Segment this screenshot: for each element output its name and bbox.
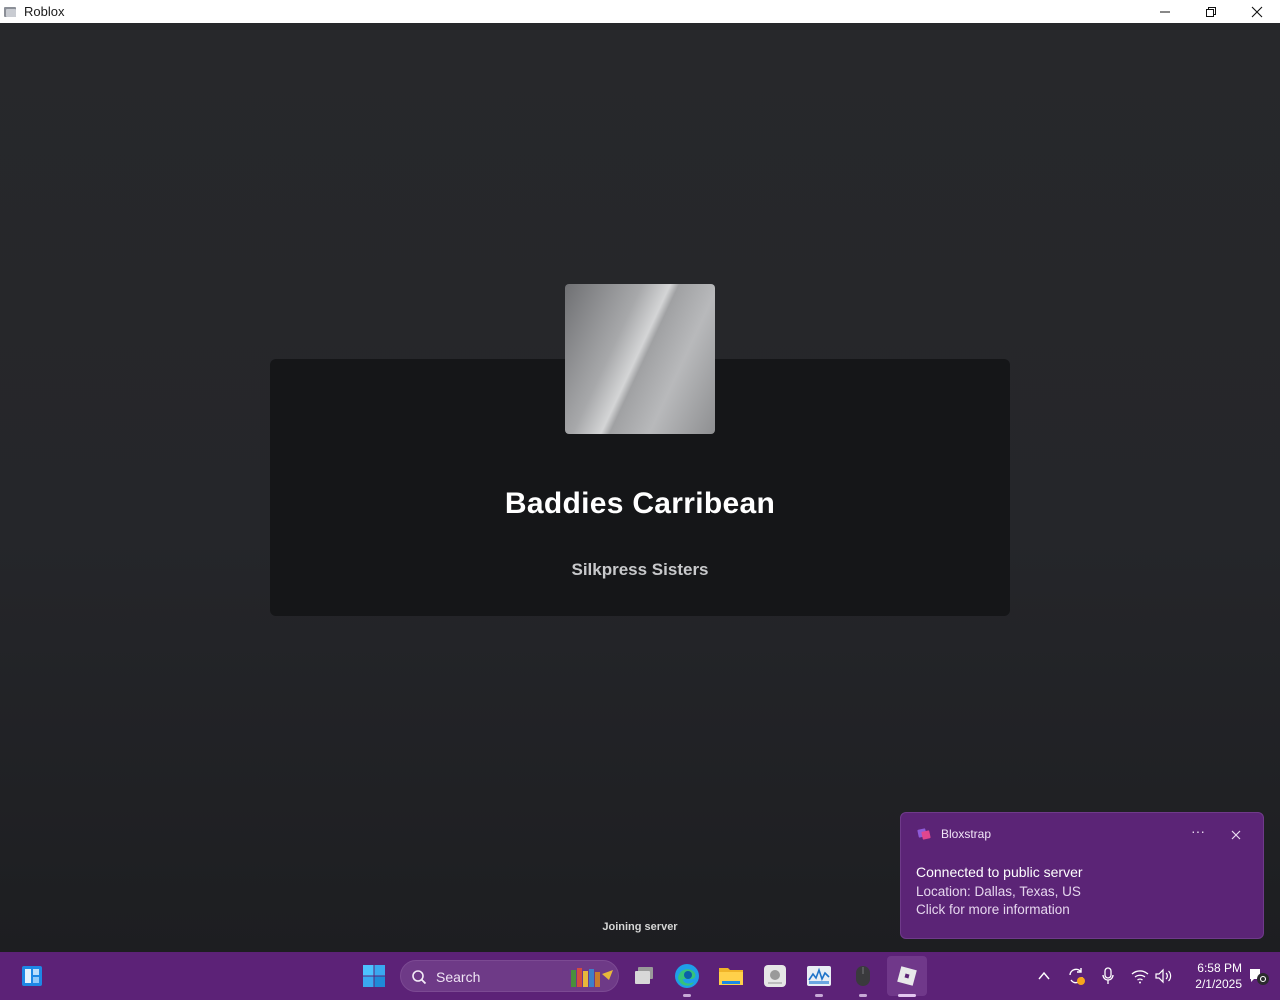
minimize-icon (1160, 11, 1170, 12)
clock-time: 6:58 PM (1197, 961, 1242, 975)
game-launcher-icon (764, 965, 786, 987)
close-icon (1251, 6, 1263, 17)
edge-button[interactable] (667, 956, 707, 996)
edge-running-indicator (683, 994, 691, 997)
task-manager-icon (807, 966, 831, 986)
file-explorer-button[interactable] (711, 956, 751, 996)
widgets-button[interactable] (12, 956, 52, 996)
joining-status: Joining server (602, 921, 678, 933)
search-highlight-books-icon (571, 968, 613, 987)
volume-icon (1155, 968, 1172, 984)
widgets-icon (22, 966, 42, 986)
microphone-button[interactable] (1097, 956, 1119, 996)
sync-icon (1069, 968, 1085, 985)
toast-title: Connected to public server (916, 864, 1083, 880)
window-title: Roblox (24, 4, 65, 19)
edge-icon (675, 964, 699, 988)
task-manager-running-indicator (815, 994, 823, 997)
toast-location: Location: Dallas, Texas, US (916, 884, 1081, 899)
window-controls (1142, 0, 1280, 23)
bloxstrap-notification[interactable]: Bloxstrap ··· Connected to public server… (900, 812, 1264, 939)
toast-header: Bloxstrap (917, 827, 991, 841)
minimize-button[interactable] (1142, 0, 1188, 23)
mouse-app-button[interactable] (843, 956, 883, 996)
close-window-button[interactable] (1234, 0, 1280, 23)
window-titlebar: Roblox (0, 0, 1280, 23)
mouse-app-icon (856, 966, 870, 986)
task-view-icon (635, 967, 653, 984)
restore-button[interactable] (1188, 0, 1234, 23)
bloxstrap-logo-icon (917, 828, 931, 840)
restore-icon (1206, 6, 1216, 17)
wifi-icon (1131, 970, 1149, 984)
microphone-icon (1102, 967, 1114, 984)
wifi-button[interactable] (1128, 956, 1152, 996)
taskbar-clock[interactable]: 6:58 PM 2/1/2025 (1186, 960, 1242, 992)
game-thumbnail (565, 284, 715, 434)
toast-app-name: Bloxstrap (941, 827, 992, 841)
roblox-icon (897, 966, 917, 986)
roblox-taskbar-button[interactable] (887, 956, 927, 996)
search-label: Search (436, 969, 481, 985)
show-hidden-icons-button[interactable] (1032, 956, 1056, 996)
taskbar: Search 6:58 PM 2/1/2025 (0, 952, 1280, 1000)
game-title: Baddies Carribean (504, 487, 776, 520)
roblox-active-indicator (898, 994, 916, 997)
file-explorer-icon (719, 968, 743, 985)
search-icon (412, 970, 427, 985)
game-launcher-button[interactable] (755, 956, 795, 996)
notification-center-button[interactable] (1244, 956, 1274, 996)
game-creator: Silkpress Sisters (571, 560, 709, 579)
task-manager-button[interactable] (799, 956, 839, 996)
chevron-up-icon (1038, 971, 1050, 980)
taskbar-search[interactable]: Search (400, 960, 619, 992)
start-icon (363, 965, 385, 987)
volume-button[interactable] (1153, 956, 1175, 996)
toast-info-link[interactable]: Click for more information (916, 902, 1070, 917)
toast-close-icon[interactable] (1229, 828, 1243, 842)
start-button[interactable] (354, 956, 394, 996)
task-view-button[interactable] (624, 956, 664, 996)
mouse-app-running-indicator (859, 994, 867, 997)
sync-button[interactable] (1063, 956, 1089, 996)
notification-icon (1250, 969, 1269, 985)
clock-date: 2/1/2025 (1195, 977, 1242, 991)
roblox-app-icon (4, 6, 18, 18)
toast-more-button[interactable]: ··· (1189, 824, 1207, 842)
